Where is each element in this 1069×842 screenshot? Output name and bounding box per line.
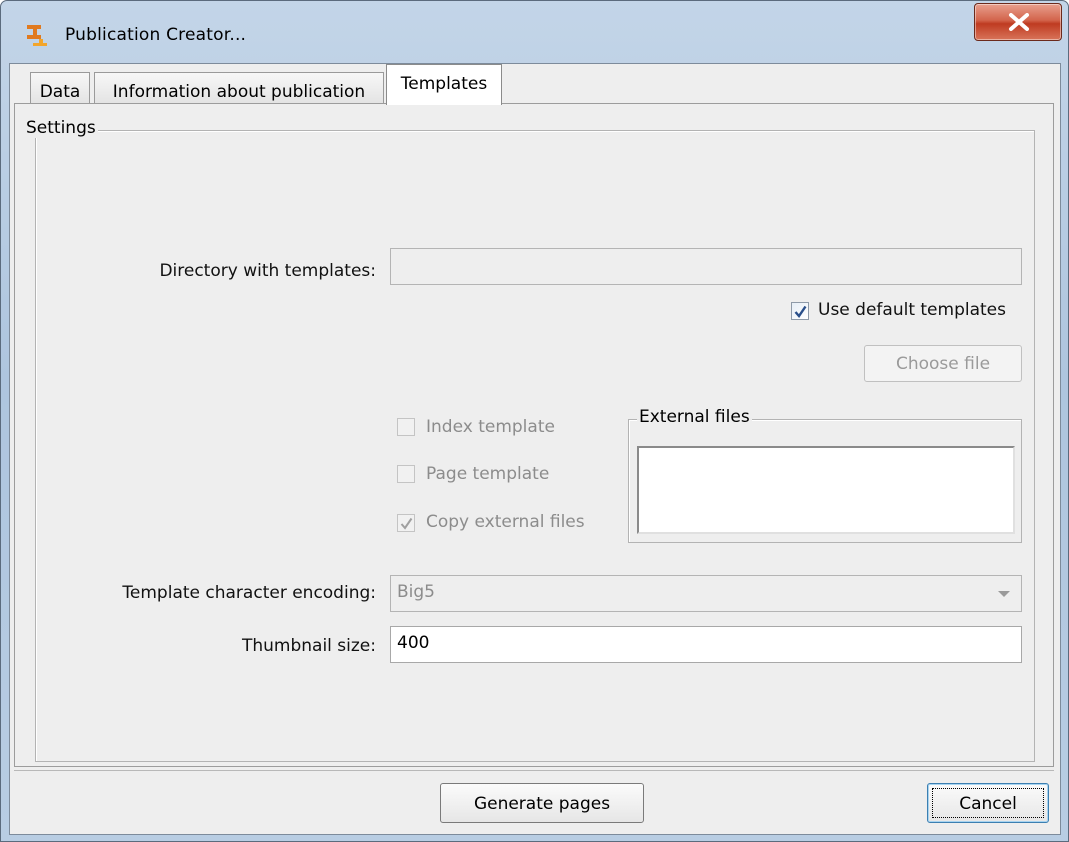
copy-external-files-label[interactable]: Copy external files [426, 512, 585, 532]
tab-information-about-publication[interactable]: Information about publication [94, 72, 384, 104]
encoding-value: Big5 [397, 582, 435, 602]
thumbnail-size-label: Thumbnail size: [241, 636, 376, 656]
tab-information-label: Information about publication [112, 82, 366, 102]
copy-external-files-checkbox[interactable] [397, 514, 415, 532]
external-files-title: External files [637, 407, 752, 427]
thumbnail-size-input[interactable]: 400 [390, 626, 1022, 663]
check-mark-icon [794, 305, 807, 318]
templates-tab-panel: Settings Directory with templates: Use d… [14, 103, 1054, 767]
title-bar[interactable]: Publication Creator... [1, 1, 1068, 55]
dialog-client-area: Data Information about publication Templ… [9, 63, 1061, 835]
generate-pages-label: Generate pages [473, 794, 611, 814]
encoding-label: Template character encoding: [122, 583, 376, 603]
index-template-label[interactable]: Index template [426, 417, 555, 437]
page-template-checkbox[interactable] [397, 465, 415, 483]
external-files-group: External files [628, 407, 1022, 543]
chevron-down-icon [998, 591, 1010, 597]
choose-file-label: Choose file [895, 354, 991, 374]
window-title: Publication Creator... [65, 25, 247, 45]
check-mark-icon [400, 517, 413, 530]
settings-group-title: Settings [24, 118, 98, 138]
choose-file-button[interactable]: Choose file [864, 345, 1022, 382]
directory-input[interactable] [390, 248, 1022, 285]
tab-templates[interactable]: Templates [386, 64, 502, 105]
tab-data[interactable]: Data [30, 72, 90, 104]
generate-pages-button[interactable]: Generate pages [440, 783, 644, 823]
page-template-label[interactable]: Page template [426, 464, 549, 484]
directory-label: Directory with templates: [159, 261, 376, 281]
encoding-select[interactable]: Big5 [390, 575, 1022, 612]
tab-data-label: Data [39, 82, 81, 102]
thumbnail-size-value: 400 [397, 633, 430, 653]
use-default-templates-label[interactable]: Use default templates [818, 300, 1006, 320]
index-template-checkbox[interactable] [397, 418, 415, 436]
dialog-window: Publication Creator... Data Information … [0, 0, 1069, 842]
app-logo-icon [27, 25, 47, 46]
use-default-templates-checkbox[interactable] [791, 302, 809, 320]
close-button[interactable] [974, 3, 1062, 41]
focus-ring [932, 788, 1044, 818]
cancel-button[interactable]: Cancel [927, 783, 1049, 823]
settings-group: Settings Directory with templates: Use d… [24, 118, 1035, 762]
close-icon [1009, 13, 1029, 31]
footer-divider [14, 770, 1054, 771]
tab-templates-label: Templates [400, 74, 488, 94]
external-files-list[interactable] [637, 446, 1015, 534]
